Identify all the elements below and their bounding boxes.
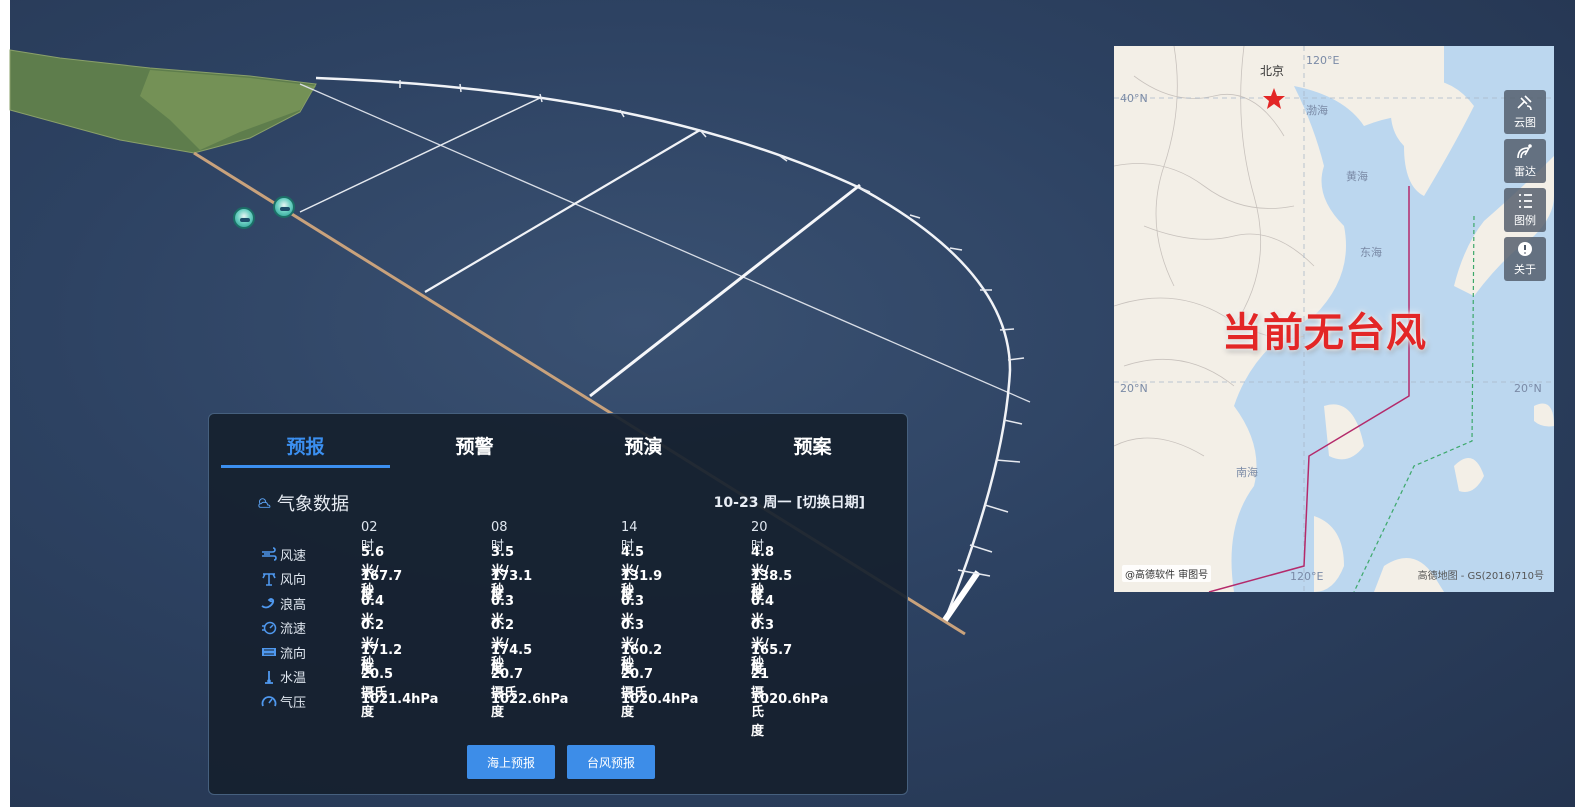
about-button[interactable]: 关于	[1504, 237, 1546, 281]
info-icon	[1518, 242, 1532, 256]
value-cell: 1020.4hPa	[621, 691, 699, 707]
row-label-water-temp: 水温	[261, 667, 357, 686]
value-cell: 1021.4hPa	[361, 691, 439, 707]
lat-label-40: 40°N	[1120, 92, 1148, 105]
value-cell: 1020.6hPa	[751, 691, 829, 707]
sea-label-donghai: 东海	[1360, 246, 1382, 259]
weather-section-title: 气象数据	[257, 490, 349, 516]
panel-actions: 海上预报 台风预报	[467, 745, 655, 779]
switch-date-link[interactable]: 10-23 周一 [切换日期]	[714, 492, 865, 512]
sea-label-bohai: 渤海	[1306, 104, 1328, 117]
map-attribution-right: 高德地图 - GS(2016)710号	[1417, 571, 1544, 582]
tab-forecast[interactable]: 预报	[221, 428, 390, 468]
sea-forecast-button[interactable]: 海上预报	[467, 745, 555, 779]
wind-direction-icon	[262, 572, 276, 586]
radar-button[interactable]: 雷达	[1504, 139, 1546, 183]
tab-plan[interactable]: 预案	[728, 428, 897, 468]
lon-label-bottom: 120°E	[1290, 570, 1324, 583]
buoy-marker-2[interactable]	[273, 196, 295, 218]
list-icon	[1519, 194, 1532, 208]
cloud-image-button[interactable]: 云图	[1504, 90, 1546, 134]
city-label-beijing: 北京	[1260, 64, 1285, 78]
map-toolbar: 云图 雷达 图例 关于	[1504, 90, 1546, 281]
sea-label-nanhai: 南海	[1236, 466, 1258, 479]
radar-icon	[1517, 144, 1532, 159]
legend-button[interactable]: 图例	[1504, 188, 1546, 232]
thermometer-icon	[265, 670, 273, 684]
row-label-current-speed: 流速	[261, 618, 357, 637]
row-label-wave-height: 浪高	[261, 594, 357, 613]
buoy-marker-1[interactable]	[233, 207, 255, 229]
panel-tabs: 预报 预警 预演 预案	[221, 428, 897, 468]
tab-drill[interactable]: 预演	[559, 428, 728, 468]
weather-title: 气象数据	[277, 494, 349, 515]
current-direction-icon	[262, 648, 276, 656]
wind-icon	[262, 547, 277, 561]
typhoon-forecast-button[interactable]: 台风预报	[567, 745, 655, 779]
satellite-icon	[1517, 95, 1532, 111]
lon-label-top: 120°E	[1306, 54, 1340, 67]
lat-label-20-left: 20°N	[1120, 382, 1148, 395]
map-attribution-left: @高德软件 审图号	[1122, 565, 1212, 582]
current-speed-icon	[262, 621, 277, 634]
row-label-pressure: 气压	[261, 692, 357, 711]
gauge-icon	[261, 696, 277, 707]
row-label-current-direction: 流向	[261, 643, 357, 662]
value-cell: 1022.6hPa	[491, 691, 569, 707]
forecast-panel: 预报 预警 预演 预案 气象数据 10-23 周一 [切换日期] 02时 08时…	[208, 413, 908, 795]
capital-star-icon	[1263, 88, 1285, 109]
tab-warning[interactable]: 预警	[390, 428, 559, 468]
wave-icon	[261, 598, 275, 609]
row-label-wind-direction: 风向	[261, 569, 357, 588]
row-label-wind-speed: 风速	[261, 545, 357, 564]
lat-label-20-right: 20°N	[1514, 382, 1542, 395]
no-typhoon-banner: 当前无台风	[1222, 310, 1427, 356]
typhoon-map[interactable]: 北京 120°E 40°N 20°N 20°N 120°E 渤海 黄海 东海 南…	[1114, 46, 1554, 592]
sea-label-huanghai: 黄海	[1346, 170, 1368, 183]
cloud-sun-icon	[258, 498, 271, 508]
